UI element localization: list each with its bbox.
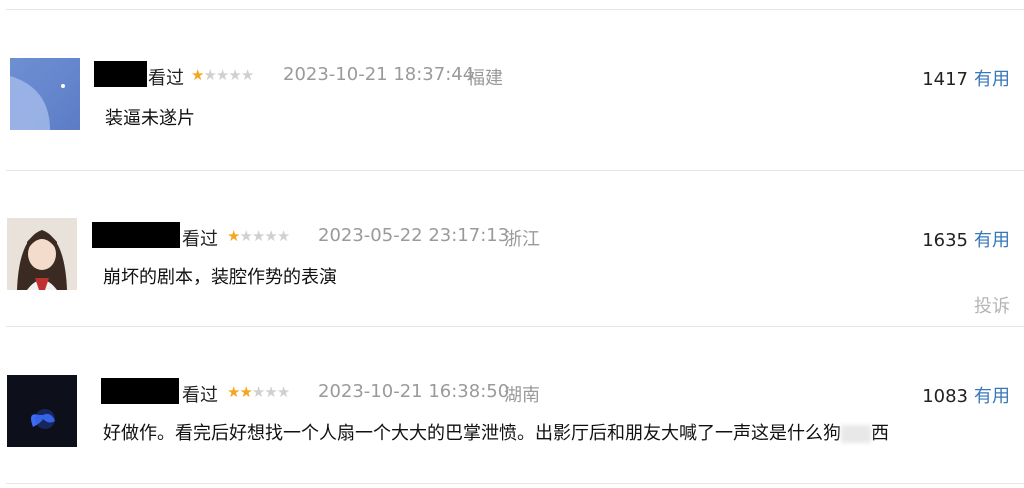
review-datetime: 2023-10-21 16:38:50 bbox=[318, 381, 510, 402]
star-empty-icon: ★ bbox=[203, 66, 216, 84]
dark-butterfly-avatar-icon bbox=[7, 375, 77, 447]
divider-1 bbox=[6, 170, 1024, 171]
status-label: 看过 bbox=[182, 229, 218, 250]
review-location: 福建 bbox=[467, 68, 503, 89]
username-redacted[interactable] bbox=[94, 61, 147, 87]
star-empty-icon: ★ bbox=[251, 383, 265, 401]
useful-count: 1635 bbox=[922, 230, 968, 251]
rating-stars: ★★★★★ bbox=[227, 383, 290, 401]
star-filled-icon: ★ bbox=[239, 383, 252, 401]
avatar[interactable] bbox=[7, 218, 77, 290]
moon-sky-avatar-icon bbox=[10, 58, 80, 130]
rating-stars: ★★★★★ bbox=[227, 227, 290, 245]
review-datetime: 2023-05-22 23:17:13 bbox=[318, 225, 510, 246]
status-label: 看过 bbox=[182, 385, 218, 406]
divider-2 bbox=[6, 326, 1024, 327]
star-empty-icon: ★ bbox=[264, 227, 277, 245]
username-redacted[interactable] bbox=[92, 222, 180, 248]
star-filled-icon: ★ bbox=[191, 66, 204, 84]
avatar[interactable] bbox=[10, 58, 80, 130]
review-datetime: 2023-10-21 18:37:44 bbox=[283, 64, 475, 85]
useful-button[interactable]: 有用 bbox=[974, 69, 1010, 90]
report-link[interactable]: 投诉 bbox=[974, 292, 1010, 318]
star-filled-icon: ★ bbox=[227, 227, 240, 245]
useful-count: 1083 bbox=[922, 386, 968, 407]
review-location: 湖南 bbox=[504, 385, 540, 406]
star-empty-icon: ★ bbox=[239, 227, 252, 245]
status-label: 看过 bbox=[148, 68, 184, 89]
top-divider bbox=[6, 9, 1024, 10]
comment-text: 好做作。看完后好想找一个人扇一个大大的巴掌泄愤。出影厅后和朋友大喊了一声这是什么… bbox=[103, 423, 841, 444]
useful-count: 1417 bbox=[922, 69, 968, 90]
useful-votes: 1635 有用 bbox=[922, 226, 1010, 252]
review-comment: 崩坏的剧本，装腔作势的表演 bbox=[103, 267, 337, 288]
review-location: 浙江 bbox=[504, 229, 540, 250]
star-empty-icon: ★ bbox=[240, 66, 254, 84]
avatar[interactable] bbox=[7, 375, 77, 447]
star-empty-icon: ★ bbox=[276, 383, 290, 401]
blurred-text bbox=[841, 425, 871, 443]
review-comment: 装逼未遂片 bbox=[105, 108, 195, 129]
bottom-divider bbox=[6, 483, 1024, 484]
girl-portrait-avatar-icon bbox=[7, 218, 77, 290]
rating-stars: ★★★★★ bbox=[191, 66, 254, 84]
useful-votes: 1417 有用 bbox=[922, 65, 1010, 91]
star-filled-icon: ★ bbox=[227, 383, 240, 401]
useful-votes: 1083 有用 bbox=[922, 382, 1010, 408]
useful-button[interactable]: 有用 bbox=[974, 386, 1010, 407]
review-comment: 好做作。看完后好想找一个人扇一个大大的巴掌泄愤。出影厅后和朋友大喊了一声这是什么… bbox=[103, 419, 889, 445]
star-empty-icon: ★ bbox=[251, 227, 265, 245]
username-redacted[interactable] bbox=[101, 378, 179, 404]
star-empty-icon: ★ bbox=[215, 66, 229, 84]
star-empty-icon: ★ bbox=[276, 227, 290, 245]
star-empty-icon: ★ bbox=[228, 66, 241, 84]
comment-text-tail: 西 bbox=[871, 423, 889, 444]
useful-button[interactable]: 有用 bbox=[974, 230, 1010, 251]
star-empty-icon: ★ bbox=[264, 383, 277, 401]
